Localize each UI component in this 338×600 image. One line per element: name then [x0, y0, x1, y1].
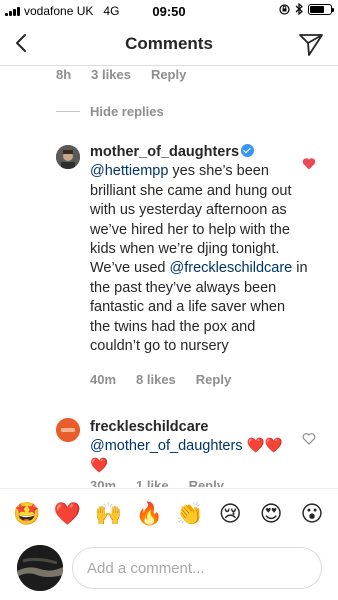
- comment-composer: [0, 540, 338, 600]
- avatar[interactable]: [56, 418, 80, 442]
- like-count[interactable]: 3 likes: [91, 67, 131, 82]
- comment-time: 8h: [56, 67, 72, 82]
- page-title: Comments: [125, 34, 213, 53]
- like-count[interactable]: 1 like: [136, 478, 169, 487]
- comment-username[interactable]: mother_of_daughters: [90, 144, 239, 160]
- comment-text: freckleschildcare @mother_of_daughters ❤…: [90, 418, 300, 476]
- mention-link[interactable]: @hettiempp: [90, 163, 168, 179]
- avatar[interactable]: [56, 145, 80, 169]
- hide-replies-toggle[interactable]: Hide replies: [56, 104, 164, 119]
- hide-replies-label: Hide replies: [90, 104, 164, 119]
- status-bar: vodafone UK 4G 09:50: [0, 0, 338, 22]
- fire-emoji[interactable]: 🔥: [136, 502, 163, 528]
- comment-content: @hettiempp yes she’s been brilliant she …: [90, 163, 308, 354]
- comment-username[interactable]: freckleschildcare: [90, 419, 209, 435]
- raising-hands-emoji[interactable]: 🙌: [95, 502, 122, 528]
- divider-line: [56, 111, 80, 112]
- star-struck-emoji[interactable]: 🤩: [13, 502, 40, 528]
- previous-comment-meta: 8h 3 likes Reply: [56, 67, 186, 82]
- heart-eyes-emoji[interactable]: 😍: [258, 502, 284, 528]
- red-heart-emoji[interactable]: ❤️: [54, 502, 81, 528]
- emoji-bar: 🤩 ❤️ 🙌 🔥 👏 😢 😍 😮: [0, 488, 338, 540]
- direct-send-icon[interactable]: [298, 31, 324, 57]
- comment-text: mother_of_daughters @hettiempp yes she’s…: [90, 143, 308, 356]
- comment-meta: 40m 8 likes Reply: [90, 372, 231, 387]
- reply-button[interactable]: Reply: [189, 478, 224, 487]
- avatar: [17, 545, 63, 591]
- battery-icon: [308, 3, 334, 15]
- verified-badge-icon: [241, 144, 255, 157]
- brand-logo-icon: [56, 418, 80, 442]
- heart-outline-icon[interactable]: [302, 432, 316, 445]
- mention-link[interactable]: @freckleschildcare: [170, 260, 293, 276]
- comment-meta: 30m 1 like Reply: [90, 478, 224, 487]
- crying-face-emoji[interactable]: 😢: [217, 502, 243, 528]
- comment-time: 40m: [90, 372, 117, 387]
- reply-button[interactable]: Reply: [151, 67, 186, 82]
- like-count[interactable]: 8 likes: [136, 372, 176, 387]
- mention-link[interactable]: @mother_of_daughters: [90, 438, 243, 454]
- profile-photo-icon: [17, 545, 63, 591]
- avatar-photo-icon: [56, 145, 80, 169]
- nav-bar: Comments: [0, 22, 338, 66]
- status-icons: [279, 3, 334, 15]
- reply-button[interactable]: Reply: [196, 372, 231, 387]
- comment-time: 30m: [90, 478, 117, 487]
- comment-content: @mother_of_daughters ❤️❤️❤️: [90, 438, 283, 473]
- rotation-lock-icon: [279, 3, 290, 15]
- liked-heart-icon[interactable]: [302, 157, 316, 170]
- astonished-face-emoji[interactable]: 😮: [299, 502, 325, 528]
- clapping-hands-emoji[interactable]: 👏: [176, 502, 203, 528]
- comment-input[interactable]: [72, 547, 322, 589]
- bluetooth-icon: [295, 3, 303, 15]
